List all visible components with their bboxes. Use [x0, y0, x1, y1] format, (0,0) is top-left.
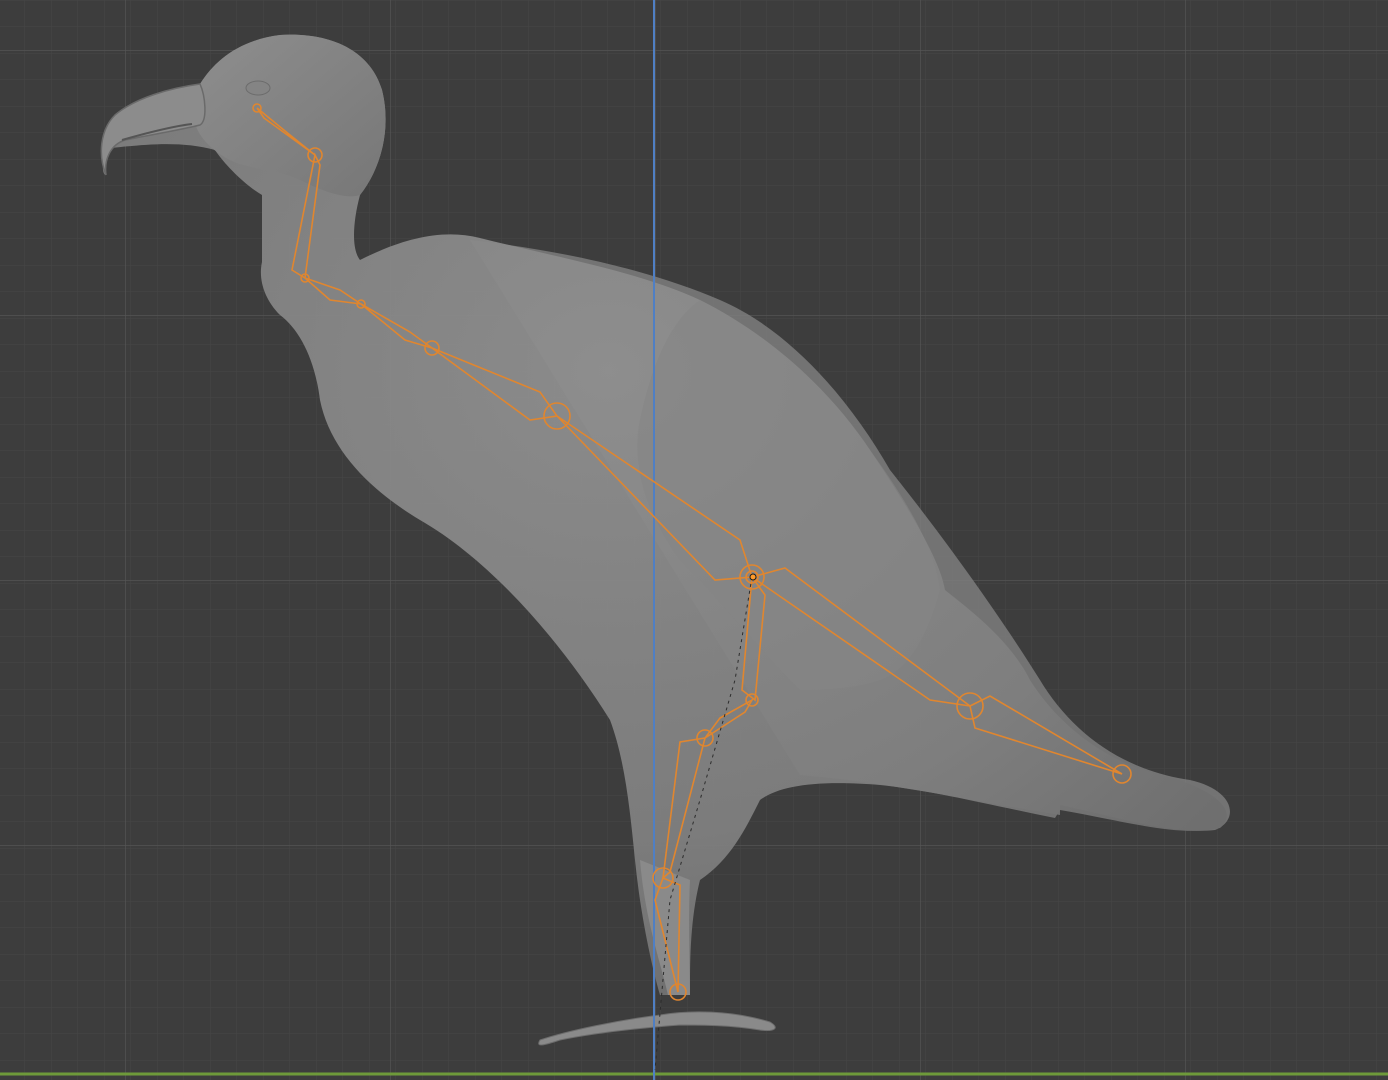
eye-mesh [245, 80, 271, 96]
active-joint-dot [749, 573, 757, 581]
3d-viewport[interactable] [0, 0, 1388, 1080]
viewport-canvas[interactable] [0, 0, 1388, 1080]
